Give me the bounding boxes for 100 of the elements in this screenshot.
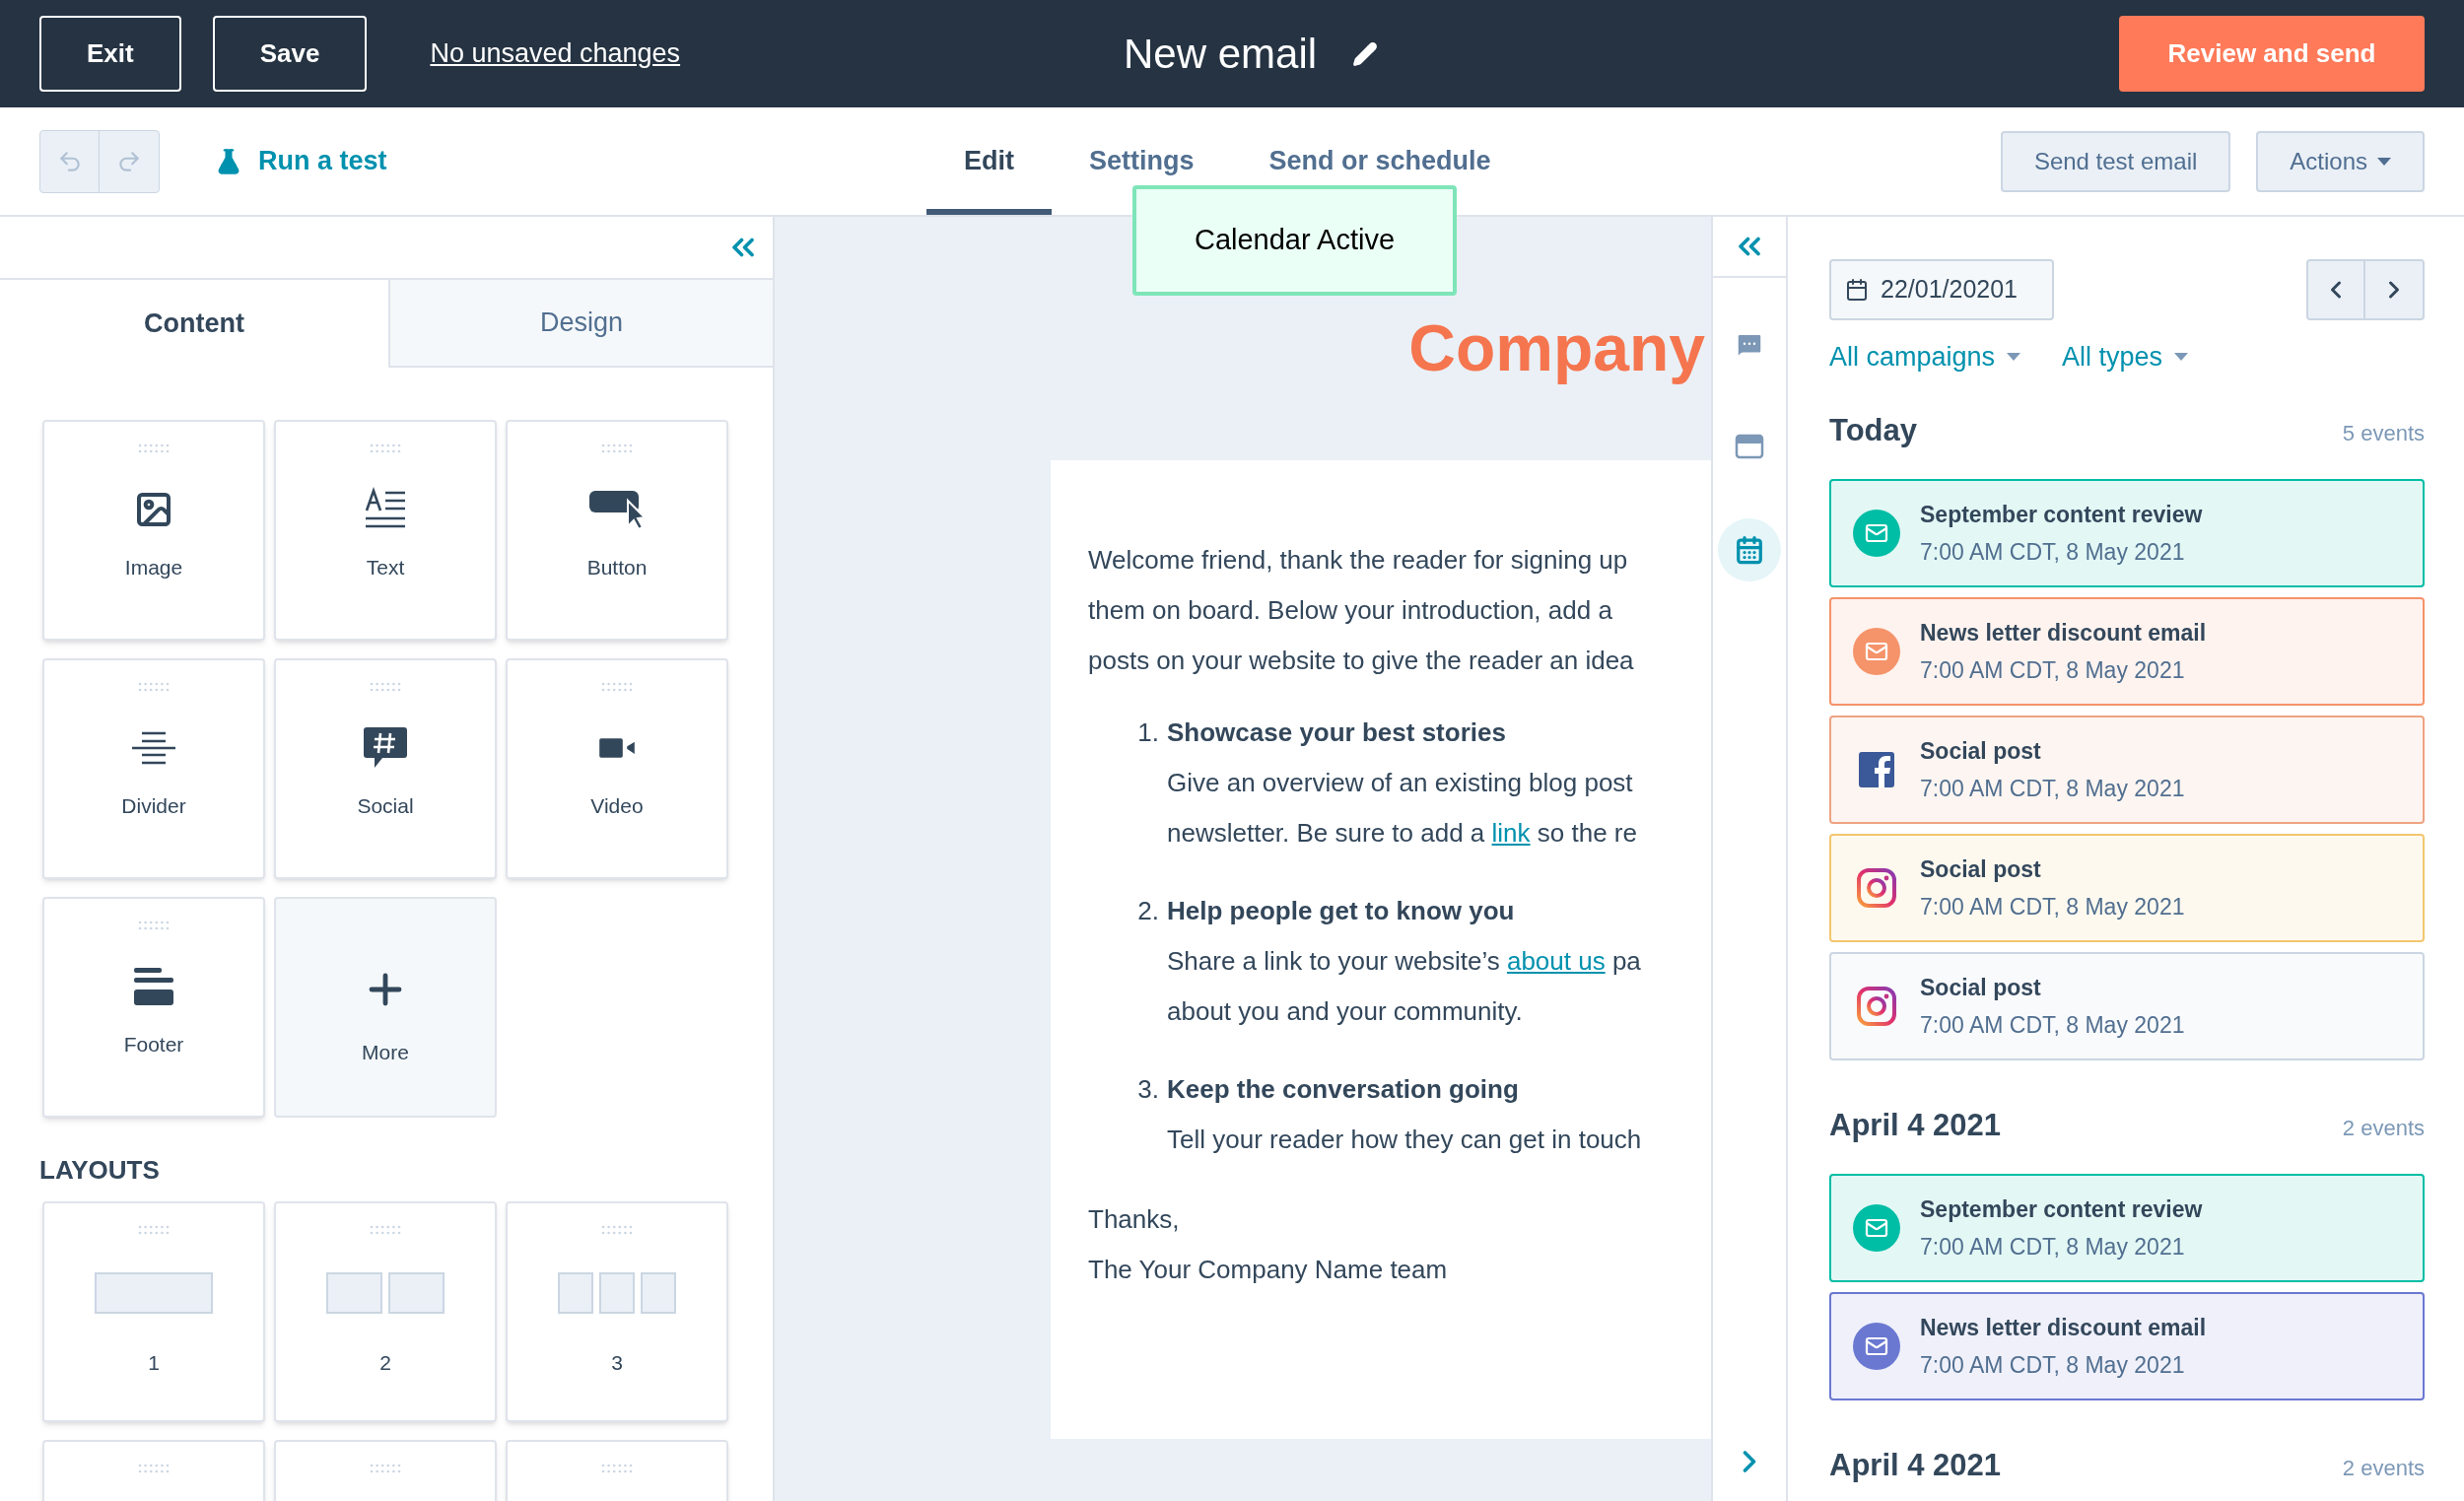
day-heading: April 4 2021 (1829, 1448, 2002, 1483)
filter-dropdown[interactable]: All types (2062, 340, 2189, 374)
module-label: Text (366, 555, 405, 580)
list-number: 2. (1136, 895, 1160, 927)
drag-handle-icon (600, 682, 634, 692)
image-icon (134, 490, 173, 529)
text-link[interactable]: link (1491, 818, 1531, 848)
drag-handle-icon (137, 1464, 171, 1473)
module-label: Social (357, 793, 414, 819)
filter-dropdown[interactable]: All campaigns (1829, 340, 2021, 374)
event-title: September content review (1920, 500, 2203, 529)
calendar-icon (1845, 278, 1869, 302)
divider-icon (131, 730, 176, 766)
text-link[interactable]: about us (1506, 946, 1606, 976)
drag-handle-icon (369, 682, 402, 692)
module-tile[interactable]: More (274, 897, 497, 1118)
module-tile[interactable]: Button (506, 420, 728, 641)
event-card[interactable]: Social post 7:00 AM CDT, 8 May 2021 (1829, 952, 2425, 1060)
event-card[interactable]: Social post 7:00 AM CDT, 8 May 2021 (1829, 716, 2425, 824)
event-title: September content review (1920, 1194, 2203, 1224)
event-time: 7:00 AM CDT, 8 May 2021 (1920, 1351, 2186, 1380)
module-label: Video (590, 793, 644, 819)
envelope-icon (1853, 628, 1900, 675)
header-button[interactable]: Save (212, 16, 368, 92)
layout-tile[interactable]: 2 (274, 1201, 497, 1422)
browser-window-icon (1735, 434, 1764, 461)
list-number: 3. (1136, 1073, 1160, 1106)
layout-columns-icon (95, 1272, 213, 1314)
panel-tab[interactable]: Design (388, 280, 773, 368)
list-item-title: Keep the conversation going (1167, 1073, 1519, 1106)
list-item-title: Help people get to know you (1167, 895, 1515, 927)
module-tile[interactable]: Divider (42, 658, 265, 879)
footer-icon (133, 966, 174, 1007)
event-card[interactable]: News letter discount email 7:00 AM CDT, 8 May 2021 (1829, 597, 2425, 706)
email-text-line: about you and your community. (1167, 995, 1523, 1028)
event-title: Social post (1920, 973, 2042, 1002)
email-text-line: posts on your website to give the reader an idea (1088, 645, 1634, 677)
caret-icon (2377, 157, 2391, 166)
event-title: News letter discount email (1920, 1313, 2207, 1342)
event-card[interactable]: September content review 7:00 AM CDT, 8 May 2021 (1829, 479, 2425, 587)
layout-tile[interactable]: 3 (506, 1201, 728, 1422)
drag-handle-icon (369, 443, 402, 453)
module-label: Button (586, 555, 648, 580)
event-title: News letter discount email (1920, 618, 2207, 648)
list-item-title: Showcase your best stories (1167, 716, 1506, 749)
email-text-line: Tell your reader how they can get in touch (1167, 1124, 1642, 1156)
header-button[interactable]: Exit (39, 16, 181, 92)
email-text-line: Welcome friend, thank the reader for signing up (1088, 544, 1628, 577)
list-number: 1. (1136, 716, 1160, 749)
event-card[interactable]: September content review 7:00 AM CDT, 8 May 2021 (1829, 1174, 2425, 1282)
layout-label: 1 (148, 1350, 160, 1376)
drag-handle-icon (137, 1225, 171, 1235)
event-time: 7:00 AM CDT, 8 May 2021 (1920, 656, 2186, 685)
button-cursor-icon (588, 489, 646, 530)
module-tile[interactable]: Social (274, 658, 497, 879)
layout-label: 3 (611, 1350, 623, 1376)
status-link[interactable]: No unsaved changes (430, 34, 681, 74)
drag-handle-icon (600, 1464, 634, 1473)
module-label: Image (124, 555, 183, 580)
event-time: 7:00 AM CDT, 8 May 2021 (1920, 538, 2186, 567)
company-logo-text: Company (1408, 310, 1705, 386)
event-card[interactable]: Social post 7:00 AM CDT, 8 May 2021 (1829, 834, 2425, 942)
drag-handle-icon (369, 1225, 402, 1235)
layout-label: 2 (379, 1350, 391, 1376)
run-test-button[interactable]: Run a test (215, 141, 387, 181)
email-text-line: Share a link to your website’s about us pa (1167, 945, 1641, 978)
event-time: 7:00 AM CDT, 8 May 2021 (1920, 893, 2185, 921)
email-text-line: Thanks, (1088, 1203, 1180, 1236)
drag-handle-icon (369, 1464, 402, 1473)
layout-columns-icon (558, 1272, 676, 1314)
event-time: 7:00 AM CDT, 8 May 2021 (1920, 1233, 2186, 1262)
module-tile[interactable]: Footer (42, 897, 265, 1118)
event-time: 7:00 AM CDT, 8 May 2021 (1920, 1011, 2185, 1040)
send-test-button[interactable]: Send test email (2000, 130, 2231, 192)
actions-dropdown[interactable]: Actions (2256, 130, 2425, 192)
pencil-icon[interactable] (1352, 40, 1379, 67)
drag-handle-icon (137, 443, 171, 453)
module-tile[interactable]: Image (42, 420, 265, 641)
email-text-line: newsletter. Be sure to add a link so the re (1167, 817, 1637, 850)
email-text-line: The Your Company Name team (1088, 1254, 1448, 1286)
module-label: Footer (123, 1032, 184, 1058)
envelope-icon (1853, 510, 1900, 557)
module-tile[interactable]: Video (506, 658, 728, 879)
email-text-line: them on board. Below your introduction, add a (1088, 594, 1612, 627)
event-title: Social post (1920, 736, 2042, 766)
module-tile[interactable]: Text (274, 420, 497, 641)
email-title: New email (1124, 30, 1318, 79)
section-heading: LAYOUTS (38, 1154, 161, 1187)
caret-icon (2174, 353, 2189, 361)
layout-tile[interactable]: 1 (42, 1201, 265, 1422)
event-title: Social post (1920, 854, 2042, 884)
event-count: 2 events (2342, 1455, 2425, 1482)
envelope-icon (1853, 1323, 1900, 1370)
drag-handle-icon (600, 1225, 634, 1235)
layout-columns-icon (326, 1272, 445, 1314)
event-card[interactable]: News letter discount email 7:00 AM CDT, 8 May 2021 (1829, 1292, 2425, 1400)
email-text-line: Give an overview of an existing blog post (1167, 767, 1633, 799)
drag-handle-icon (137, 682, 171, 692)
date-field[interactable]: 22/01/20201 (1829, 259, 2054, 320)
day-heading: Today (1829, 413, 1917, 448)
